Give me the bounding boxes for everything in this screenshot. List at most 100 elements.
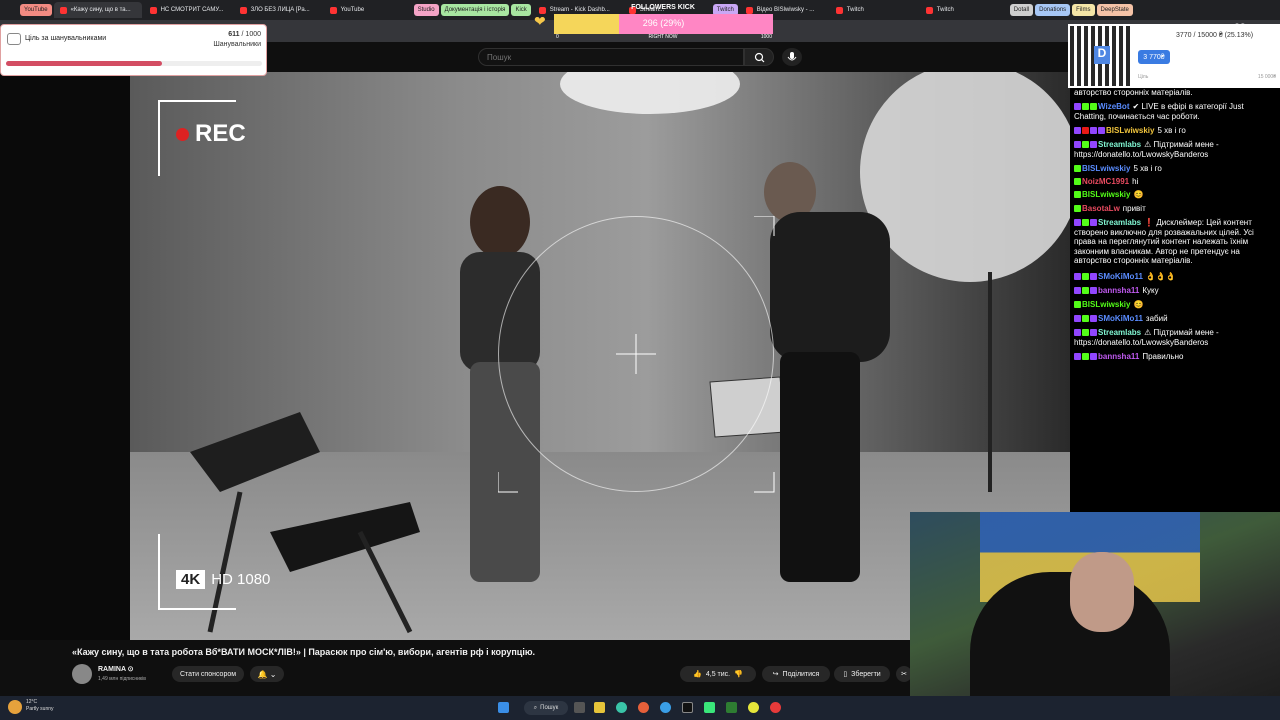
task-view-icon[interactable] xyxy=(574,702,585,713)
chat-message: BISLwiwskiy 5 хв і го xyxy=(1074,164,1276,174)
tab-label: Studio xyxy=(417,7,435,13)
donation-target: 15 000₴ xyxy=(1257,74,1276,80)
chat-message: Streamlabs ❗ Дисклеймер: Цей контент ство… xyxy=(1074,218,1276,266)
donation-progress-text: 3770 / 15000 ₴ (25.13%) xyxy=(1176,32,1254,39)
bookmark-folder[interactable]: Donations xyxy=(1035,4,1071,16)
bookmark-folder[interactable]: Документація і історія xyxy=(440,4,510,16)
webcam-overlay xyxy=(910,512,1280,720)
chat-text: 😊 xyxy=(1133,300,1144,309)
chat-badge-icon xyxy=(1090,315,1097,323)
chat-badge-icon xyxy=(1082,141,1089,149)
chat-overlay: авторство сторонніх матеріалів. WizeBot ✔ … xyxy=(1070,88,1280,368)
chat-nick[interactable]: BISLwiwskiy xyxy=(1082,164,1130,173)
file-explorer-icon[interactable] xyxy=(594,702,605,713)
chat-badge-icon xyxy=(1074,205,1081,213)
goal-progress-track xyxy=(6,61,262,66)
obs-icon[interactable] xyxy=(682,702,693,713)
bookmark-folder[interactable]: Dotall xyxy=(1009,4,1034,16)
goal-unit: Шанувальники xyxy=(213,41,261,48)
chat-nick[interactable]: bannsha11 xyxy=(1098,352,1139,361)
firefox-icon[interactable] xyxy=(638,702,649,713)
chat-badge-icon xyxy=(1090,329,1097,337)
tab-label: Kick xyxy=(515,7,527,13)
chat-message: bannsha11 Правильно xyxy=(1074,352,1276,362)
chat-message: BISLwiwskiy 😊 xyxy=(1074,300,1276,310)
tab-favicon-icon xyxy=(835,6,843,14)
share-button[interactable]: ↪ Поділитися xyxy=(762,666,830,682)
chat-badge-icon xyxy=(1074,301,1081,309)
tab-label: Документація і історія xyxy=(444,7,506,13)
chat-text: авторство сторонніх матеріалів. xyxy=(1074,88,1193,97)
chat-badge-icon xyxy=(1074,273,1081,281)
like-dislike-button[interactable]: 👍 4,5 тис. 👎 xyxy=(680,666,756,682)
browser-tab[interactable]: Twitch xyxy=(830,2,918,18)
browser-tab[interactable]: Twitch xyxy=(920,2,1008,18)
chat-message: SMoKiMo11 👌👌👌 xyxy=(1074,272,1276,282)
tab-label: Twitch xyxy=(936,7,954,13)
browser-tab[interactable]: YouTube xyxy=(324,2,412,18)
app-icon[interactable] xyxy=(704,702,715,713)
chat-nick[interactable]: WizeBot xyxy=(1098,102,1129,111)
chat-nick[interactable]: SMoKiMo11 xyxy=(1098,314,1143,323)
search-input[interactable] xyxy=(478,48,744,66)
donation-widget: 3770 / 15000 ₴ (25.13%) 3 770₴ Ціль 15 0… xyxy=(1068,24,1280,88)
chat-text: Правильно xyxy=(1142,352,1184,361)
chat-badge-icon xyxy=(1074,141,1081,149)
chat-nick[interactable]: BISLwiwskiy xyxy=(1082,300,1130,309)
donation-amount: 3 770₴ xyxy=(1138,50,1170,64)
browser-tab[interactable]: «Кажу сину, що в та... xyxy=(53,2,142,18)
chat-nick[interactable]: Streamlabs xyxy=(1098,328,1141,337)
excel-icon[interactable] xyxy=(726,702,737,713)
chat-nick[interactable]: BISLwiwskiy xyxy=(1082,190,1130,199)
voice-search-button[interactable] xyxy=(782,48,802,66)
app2-icon[interactable] xyxy=(770,702,781,713)
mic-icon xyxy=(787,52,797,61)
chat-nick[interactable]: BasotaLw xyxy=(1082,204,1120,213)
tab-favicon-icon xyxy=(925,6,933,14)
chat-badge-icon xyxy=(1082,219,1089,227)
chat-badge-icon xyxy=(1090,127,1097,135)
chat-text: 5 хв і го xyxy=(1133,164,1162,173)
search-icon: ⌕ xyxy=(533,704,538,711)
search-button[interactable] xyxy=(744,48,774,66)
bookmark-folder[interactable]: Films xyxy=(1072,4,1095,16)
chat-badge-icon xyxy=(1090,103,1097,111)
chat-message: NoizMC1991 hi xyxy=(1074,177,1276,187)
bookmark-folder[interactable]: Kick xyxy=(511,4,531,16)
tab-label: НС СМОТРИТ САМУ... xyxy=(160,7,224,13)
chat-nick[interactable]: NoizMC1991 xyxy=(1082,177,1129,186)
chat-nick[interactable]: Streamlabs xyxy=(1098,218,1141,227)
browser-tab[interactable]: ЗЛО БЕЗ ЛИЦА [Ра... xyxy=(234,2,322,18)
kick-widget-value: 296 (29%) xyxy=(642,18,685,28)
taskbar-search[interactable]: ⌕ Пошук xyxy=(524,701,568,715)
chat-text: Куку xyxy=(1142,286,1159,295)
chat-badge-icon xyxy=(1082,287,1089,295)
chat-nick[interactable]: SMoKiMo11 xyxy=(1098,272,1143,281)
notification-bell-button[interactable]: 🔔 ⌄ xyxy=(250,666,284,682)
channel-name[interactable]: RAMINA ⊙ xyxy=(98,665,134,673)
telegram-icon[interactable] xyxy=(660,702,671,713)
tab-favicon-icon xyxy=(59,6,67,14)
chat-badge-icon xyxy=(1074,329,1081,337)
tab-label: Films xyxy=(1076,7,1091,13)
channel-avatar[interactable] xyxy=(72,664,92,684)
chat-nick[interactable]: BISLwiwskiy xyxy=(1106,126,1154,135)
start-icon[interactable] xyxy=(498,702,509,713)
chat-badge-icon xyxy=(1090,353,1097,361)
dislike-icon: 👎 xyxy=(734,671,743,678)
chat-badge-icon xyxy=(1090,287,1097,295)
bookmark-folder[interactable]: YouTube xyxy=(20,4,52,16)
chat-nick[interactable]: Streamlabs xyxy=(1098,140,1141,149)
chrome-icon[interactable] xyxy=(748,702,759,713)
save-button[interactable]: ▯ Зберегти xyxy=(834,666,890,682)
chat-nick[interactable]: bannsha11 xyxy=(1098,286,1139,295)
weather-widget[interactable]: 12°C Partly sunny xyxy=(26,699,54,713)
sponsor-button[interactable]: Стати спонсором xyxy=(172,666,244,682)
chat-badge-icon xyxy=(1074,219,1081,227)
bookmark-folder[interactable]: DeepState xyxy=(1096,4,1133,16)
edge-icon[interactable] xyxy=(616,702,627,713)
like-icon: 👍 xyxy=(693,671,702,678)
chat-badge-icon xyxy=(1098,127,1105,135)
bookmark-folder[interactable]: Studio xyxy=(413,4,439,16)
browser-tab[interactable]: НС СМОТРИТ САМУ... xyxy=(144,2,232,18)
